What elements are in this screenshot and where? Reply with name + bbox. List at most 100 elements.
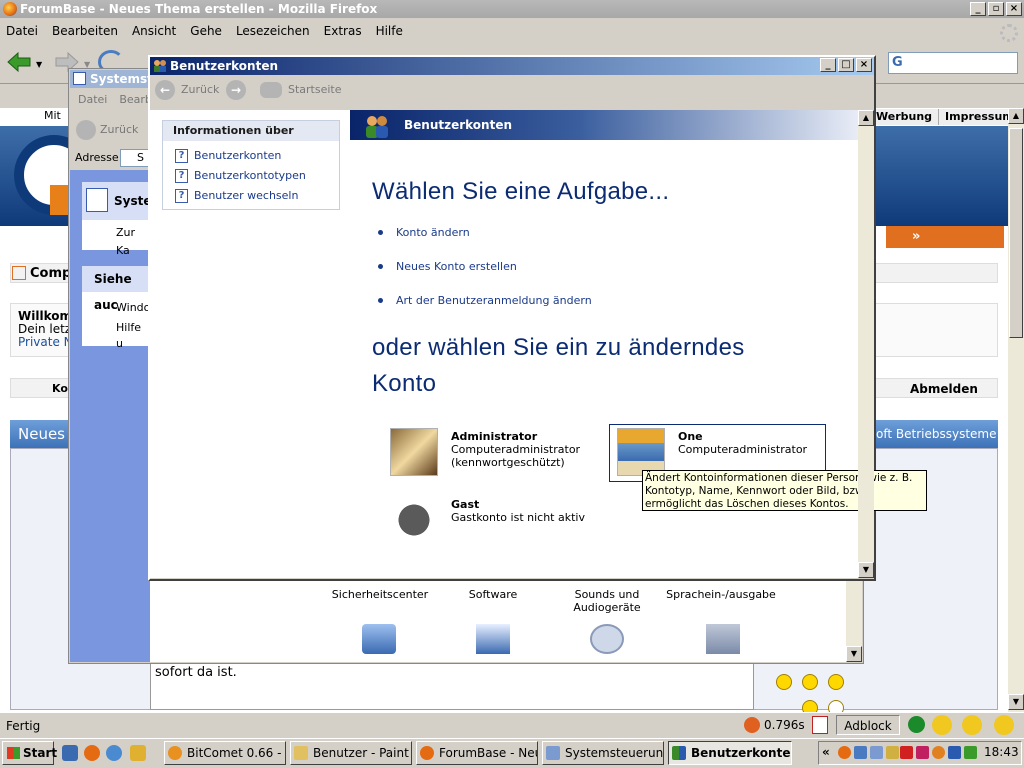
- nav-werbung[interactable]: Werbung: [870, 109, 940, 125]
- address-input[interactable]: S: [120, 149, 150, 167]
- help-support-link[interactable]: Hilfe u: [94, 320, 150, 350]
- smiley-icon[interactable]: [776, 674, 792, 690]
- breadcrumb[interactable]: Comp: [30, 266, 71, 281]
- stopwatch-icon: [744, 717, 760, 733]
- category-view-link[interactable]: Zur Ka: [92, 224, 150, 257]
- mouse-icon[interactable]: [590, 624, 624, 654]
- weather-sun-icon[interactable]: [994, 715, 1014, 735]
- menu-ansicht[interactable]: Ansicht: [132, 24, 176, 38]
- display-icon[interactable]: [476, 624, 510, 654]
- tray-expand-button[interactable]: «: [822, 745, 830, 759]
- pick-heading-line: Konto: [372, 370, 437, 397]
- task-paint[interactable]: Benutzer - Paint: [290, 741, 412, 765]
- systemsteuerung-scrollbar[interactable]: ▼: [846, 580, 862, 662]
- scroll-down-icon[interactable]: ▼: [858, 562, 874, 578]
- info-link-benutzerkonten[interactable]: ? Benutzerkonten: [175, 148, 281, 164]
- benutzerkonten-window-buttons: _ □ ×: [820, 58, 872, 72]
- tray-icon[interactable]: [838, 746, 851, 759]
- logout-link[interactable]: Abmelden: [910, 382, 978, 396]
- weather-sun-icon[interactable]: [962, 715, 982, 735]
- firefox-quicklaunch-icon[interactable]: [84, 745, 100, 761]
- scroll-down-icon[interactable]: ▼: [846, 646, 862, 662]
- task-bitcomet[interactable]: BitComet 0.66 - -...: [164, 741, 286, 765]
- home-icon[interactable]: [12, 266, 26, 280]
- minimize-button[interactable]: _: [820, 58, 836, 72]
- sessionsaver-icon[interactable]: [812, 716, 828, 734]
- software-label[interactable]: Software: [438, 588, 548, 601]
- home-button[interactable]: Startseite: [260, 78, 342, 102]
- administrator-picture[interactable]: [390, 428, 438, 476]
- back-button[interactable]: ← Zurück: [155, 78, 219, 102]
- tray-icon[interactable]: [916, 746, 929, 759]
- page-scrollbar[interactable]: ▲ ▼: [1008, 108, 1024, 712]
- menu-hilfe[interactable]: Hilfe: [376, 24, 403, 38]
- weather-sun-icon[interactable]: [932, 715, 952, 735]
- desktop-icon[interactable]: [62, 745, 78, 761]
- one-picture[interactable]: [617, 428, 665, 476]
- menu-gehe[interactable]: Gehe: [190, 24, 222, 38]
- task-anmeldung-aendern[interactable]: Art der Benutzeranmeldung ändern: [378, 294, 592, 307]
- scroll-up-icon[interactable]: ▲: [858, 110, 874, 126]
- menu-bearbeiten[interactable]: Bearbeiten: [52, 24, 118, 38]
- task-benutzerkonten[interactable]: Benutzerkonten: [668, 741, 792, 765]
- checklist-icon: [86, 188, 108, 212]
- info-link-kontotypen[interactable]: ? Benutzerkontotypen: [175, 168, 306, 184]
- section-breadcrumb[interactable]: oft Betriebssysteme: [876, 427, 996, 441]
- task-konto-aendern[interactable]: Konto ändern: [378, 226, 470, 239]
- tray-icon[interactable]: [900, 746, 913, 759]
- status-green-icon[interactable]: [908, 716, 925, 733]
- forumbase-tab[interactable]: » ForumBase: [886, 226, 1004, 266]
- task-neues-konto[interactable]: Neues Konto erstellen: [378, 260, 517, 273]
- thunderbird-icon[interactable]: [106, 745, 122, 761]
- scroll-thumb[interactable]: [1009, 128, 1023, 338]
- tray-icon[interactable]: [886, 746, 899, 759]
- nav-item[interactable]: Ko: [52, 382, 68, 395]
- tray-icon[interactable]: [964, 746, 977, 759]
- account-name-gast[interactable]: Gast: [451, 498, 479, 511]
- start-button[interactable]: Start: [2, 741, 57, 765]
- phone-icon[interactable]: [706, 624, 740, 654]
- gast-picture[interactable]: [390, 496, 438, 544]
- smiley-icon[interactable]: [828, 674, 844, 690]
- forward-button[interactable]: →: [226, 78, 248, 102]
- back-button[interactable]: Zurück: [74, 118, 148, 142]
- back-arrow-icon[interactable]: [6, 50, 32, 74]
- load-time-value: 0.796s: [764, 718, 805, 732]
- quicklaunch-icon[interactable]: [130, 745, 146, 761]
- restore-button[interactable]: ▫: [988, 2, 1004, 16]
- benutzerkonten-titlebar[interactable]: Benutzerkonten: [150, 57, 874, 75]
- message-textarea[interactable]: sofort da ist.: [150, 660, 754, 710]
- account-name-one[interactable]: One: [678, 430, 703, 443]
- menu-datei[interactable]: Datei: [78, 90, 107, 110]
- minimize-button[interactable]: _: [970, 2, 986, 16]
- search-input[interactable]: G: [888, 52, 1018, 74]
- tray-icon[interactable]: [854, 746, 867, 759]
- windows-update-link[interactable]: Windo: [94, 300, 150, 316]
- private-messages-link[interactable]: Private N: [18, 336, 73, 349]
- task-firefox[interactable]: ForumBase - Neu...: [416, 741, 538, 765]
- scroll-up-icon[interactable]: ▲: [1008, 108, 1024, 124]
- benutzerkonten-scrollbar[interactable]: ▲ ▼: [858, 110, 874, 578]
- adblock-button[interactable]: Adblock: [836, 715, 900, 735]
- smiley-icon[interactable]: [802, 674, 818, 690]
- back-dropdown-icon[interactable]: ▼: [36, 60, 42, 69]
- menu-datei[interactable]: Datei: [6, 24, 38, 38]
- info-link-label: Benutzerkontotypen: [194, 169, 306, 182]
- menu-lesezeichen[interactable]: Lesezeichen: [236, 24, 310, 38]
- task-systemsteuerung[interactable]: Systemsteuerung: [542, 741, 664, 765]
- computer-icon[interactable]: [362, 624, 396, 654]
- account-name-administrator[interactable]: Administrator: [451, 430, 537, 443]
- scroll-down-icon[interactable]: ▼: [1008, 694, 1024, 710]
- maximize-button[interactable]: □: [838, 58, 854, 72]
- sicherheitscenter-label[interactable]: Sicherheitscenter: [325, 588, 435, 601]
- volume-icon[interactable]: [948, 746, 961, 759]
- topnav-mit[interactable]: Mit: [44, 109, 61, 122]
- sounds-label[interactable]: Sounds und Audiogeräte: [552, 588, 662, 614]
- close-button[interactable]: ×: [1006, 2, 1022, 16]
- speech-label[interactable]: Sprachein-/ausgabe: [666, 588, 776, 601]
- menu-extras[interactable]: Extras: [324, 24, 362, 38]
- tray-icon[interactable]: [870, 746, 883, 759]
- close-button[interactable]: ×: [856, 58, 872, 72]
- tray-icon[interactable]: [932, 746, 945, 759]
- info-link-wechseln[interactable]: ? Benutzer wechseln: [175, 188, 298, 204]
